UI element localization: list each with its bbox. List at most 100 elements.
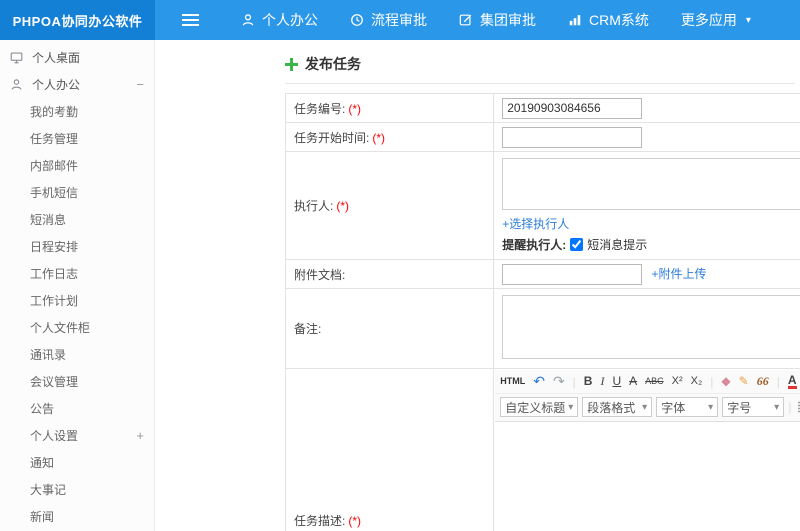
attachment-input[interactable] <box>502 263 643 285</box>
redo-icon[interactable]: ↷ <box>553 374 565 389</box>
font-size-select[interactable]: 字号 ▾ <box>722 397 785 417</box>
page-header: 发布任务 <box>285 54 795 84</box>
align-left-icon[interactable] <box>795 401 800 413</box>
nav-group-approval[interactable]: 集团审批 <box>443 0 552 40</box>
sidebar-item-schedule[interactable]: 日程安排 <box>0 233 154 260</box>
superscript-button[interactable]: X² <box>672 374 683 389</box>
chevron-down-icon: ▾ <box>568 401 574 413</box>
font-color-button[interactable]: A <box>787 374 797 389</box>
table-row: 备注: <box>284 288 800 369</box>
collapse-minus-icon[interactable]: − <box>136 77 144 92</box>
start-time-input[interactable] <box>502 126 643 148</box>
subscript-button[interactable]: X₂ <box>691 374 703 389</box>
format-brush-icon[interactable]: ✎ <box>739 374 749 389</box>
font-family-select[interactable]: 字体 ▾ <box>656 397 719 417</box>
nav-personal-office[interactable]: 个人办公 <box>225 0 334 40</box>
sidebar-item-notice[interactable]: 通知 <box>0 449 154 476</box>
bar-chart-icon <box>568 13 582 27</box>
paragraph-format-select[interactable]: 段落格式 ▾ <box>582 397 653 417</box>
table-row: 任务描述: (*) HTML ↶ ↷ | B I U A ABC X² X₂ |… <box>284 368 800 531</box>
chevron-down-icon: ▾ <box>745 14 751 26</box>
sidebar-item-label: 个人办公 <box>32 78 81 92</box>
toolbar-separator: | <box>710 374 714 389</box>
custom-heading-select[interactable]: 自定义标题 ▾ <box>500 397 579 417</box>
user-icon <box>10 78 25 91</box>
strikethrough-button[interactable]: A <box>629 374 637 389</box>
nav-more-apps[interactable]: 更多应用 ▾ <box>665 0 767 40</box>
editor-content-area[interactable] <box>495 421 800 531</box>
table-row: 任务编号:(*) 任务名称:(*) <box>284 93 800 123</box>
sidebar-item-contacts[interactable]: 通讯录 <box>0 341 154 368</box>
sidebar-item-work-plan[interactable]: 工作计划 <box>0 287 154 314</box>
executor-label: 执行人: <box>294 199 334 213</box>
attachment-label: 附件文档: <box>294 267 346 282</box>
sidebar-item-internal-mail[interactable]: 内部邮件 <box>0 152 154 179</box>
nav-label: CRM系统 <box>589 12 649 28</box>
user-icon <box>241 13 255 27</box>
task-description-label: 任务描述: <box>294 514 346 528</box>
desktop-icon <box>10 51 25 64</box>
nav-workflow-approval[interactable]: 流程审批 <box>334 0 443 40</box>
choose-executor-link[interactable]: +选择执行人 <box>502 215 569 232</box>
sidebar-item-meeting-management[interactable]: 会议管理 <box>0 368 154 395</box>
sidebar-item-my-attendance[interactable]: 我的考勤 <box>0 98 154 125</box>
toolbar-separator: | <box>572 374 576 389</box>
task-number-input[interactable] <box>502 97 643 119</box>
required-marker: (*) <box>372 130 386 145</box>
attachment-upload-link[interactable]: +附件上传 <box>652 265 707 282</box>
remind-executor-label: 提醒执行人: <box>502 238 567 252</box>
sidebar: 个人桌面 个人办公 − 我的考勤 任务管理 内部邮件 手机短信 短消息 日程安排… <box>0 40 155 531</box>
main-content: 发布任务 任务编号:(*) 任务名称:(*) 任务开始时间:(*) 任务结束时间… <box>155 40 800 531</box>
sidebar-item-personal-office[interactable]: 个人办公 − <box>0 71 154 98</box>
sidebar-item-announcement[interactable]: 公告 <box>0 395 154 422</box>
chevron-down-icon: ▾ <box>708 401 714 413</box>
nav-label: 更多应用 <box>680 12 737 28</box>
toolbar-separator: | <box>788 400 792 414</box>
sms-remind-checkbox[interactable] <box>570 238 584 251</box>
chevron-down-icon: ▾ <box>774 401 780 413</box>
start-time-label: 任务开始时间: <box>294 130 370 145</box>
publish-task-form: 任务编号:(*) 任务名称:(*) 任务开始时间:(*) 任务结束时间:(*) … <box>284 93 800 531</box>
eraser-icon[interactable]: ◆ <box>721 374 730 389</box>
editor-toolbar-row2: 自定义标题 ▾ 段落格式 ▾ 字体 ▾ 字号 ▾ | <box>495 393 800 421</box>
expand-plus-icon[interactable]: + <box>136 428 144 443</box>
toolbar-separator: | <box>776 374 780 389</box>
table-row: 执行人: (*) +选择执行人 提醒执行人: 短消息提示 <box>284 151 800 260</box>
nav-crm-system[interactable]: CRM系统 <box>552 0 665 40</box>
sidebar-item-news[interactable]: 新闻 <box>0 503 154 530</box>
table-row: 任务开始时间:(*) 任务结束时间:(*) <box>284 122 800 152</box>
required-marker: (*) <box>348 514 362 528</box>
chevron-down-icon: ▾ <box>642 401 648 413</box>
required-marker: (*) <box>348 101 362 116</box>
undo-icon[interactable]: ↶ <box>533 374 545 389</box>
sidebar-item-personal-desktop[interactable]: 个人桌面 <box>0 44 154 71</box>
table-row: 附件文档: +附件上传 <box>284 259 800 289</box>
task-number-label: 任务编号: <box>294 101 346 116</box>
rich-text-editor: HTML ↶ ↷ | B I U A ABC X² X₂ | ◆ ✎ 66 | … <box>495 370 800 531</box>
remark-textarea[interactable] <box>502 295 800 359</box>
underline-button[interactable]: U <box>612 374 621 389</box>
remark-label: 备注: <box>294 322 322 336</box>
html-source-button[interactable]: HTML <box>500 374 525 389</box>
top-nav-menu: 个人办公 流程审批 集团审批 CRM系统 更多应用 ▾ <box>225 0 767 40</box>
sidebar-item-mobile-sms[interactable]: 手机短信 <box>0 179 154 206</box>
page-title: 发布任务 <box>305 56 361 72</box>
sidebar-item-personal-settings[interactable]: 个人设置 + <box>0 422 154 449</box>
sidebar-item-personal-file-cabinet[interactable]: 个人文件柜 <box>0 314 154 341</box>
sidebar-item-short-message[interactable]: 短消息 <box>0 206 154 233</box>
executor-list-box[interactable] <box>502 158 800 210</box>
sidebar-item-memorabilia[interactable]: 大事记 <box>0 476 154 503</box>
edit-icon <box>459 13 473 27</box>
nav-label: 个人办公 <box>262 12 318 28</box>
bold-button[interactable]: B <box>584 374 593 389</box>
sidebar-item-work-log[interactable]: 工作日志 <box>0 260 154 287</box>
add-task-icon <box>285 57 298 71</box>
menu-toggle-button[interactable] <box>155 0 225 40</box>
sidebar-item-task-management[interactable]: 任务管理 <box>0 125 154 152</box>
hamburger-icon <box>181 14 199 26</box>
nav-label: 流程审批 <box>371 12 427 28</box>
italic-button[interactable]: I <box>600 374 604 389</box>
spellcheck-button[interactable]: ABC <box>645 374 664 389</box>
sms-remind-label: 短消息提示 <box>587 238 648 252</box>
blockquote-button[interactable]: 66 <box>757 374 769 389</box>
